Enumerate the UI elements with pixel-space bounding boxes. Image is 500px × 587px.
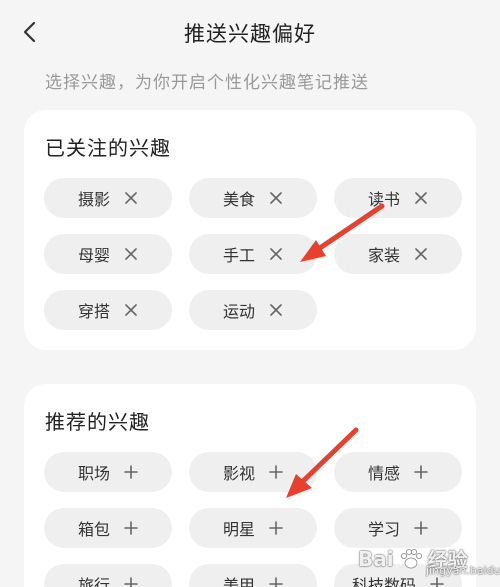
recommended-interest-chip-label: 职场	[77, 464, 110, 483]
close-icon[interactable]	[124, 303, 138, 317]
close-icon[interactable]	[269, 247, 283, 261]
plus-icon[interactable]	[269, 465, 283, 479]
plus-icon[interactable]	[124, 521, 138, 535]
plus-icon[interactable]	[124, 465, 138, 479]
followed-interest-chip-label: 读书	[367, 190, 400, 209]
interest-preferences-screen: 推送兴趣偏好 选择兴趣，为你开启个性化兴趣笔记推送 已关注的兴趣 摄影 美食 读书母…	[0, 0, 500, 587]
followed-interest-chip-label: 家装	[367, 246, 400, 265]
recommended-section-title: 推荐的兴趣	[45, 410, 150, 434]
followed-interest-chip[interactable]: 摄影	[44, 178, 172, 218]
recommended-interest-chip[interactable]: 美甲	[189, 564, 317, 587]
close-icon[interactable]	[269, 303, 283, 317]
followed-interest-chip[interactable]: 家装	[334, 234, 462, 274]
followed-interest-chip[interactable]: 穿搭	[44, 290, 172, 330]
close-icon[interactable]	[414, 191, 428, 205]
followed-interest-chip-label: 运动	[222, 302, 255, 321]
page-title: 推送兴趣偏好	[184, 22, 316, 46]
paw-logo-icon	[400, 548, 422, 568]
followed-interest-chip-label: 美食	[222, 190, 255, 209]
followed-interest-chip[interactable]: 母婴	[44, 234, 172, 274]
followed-interest-chip[interactable]: 运动	[189, 290, 317, 330]
recommended-interest-chip[interactable]: 明星	[189, 508, 317, 548]
plus-icon[interactable]	[269, 521, 283, 535]
recommended-interest-chip[interactable]: 影视	[189, 452, 317, 492]
plus-icon[interactable]	[269, 577, 283, 587]
recommended-interest-chip[interactable]: 情感	[334, 452, 462, 492]
page-subtitle: 选择兴趣，为你开启个性化兴趣笔记推送	[45, 73, 369, 93]
followed-interests-card: 已关注的兴趣 摄影 美食 读书母婴 手工 家装穿搭 运动	[24, 110, 476, 350]
recommended-interest-chip[interactable]: 职场	[44, 452, 172, 492]
recommended-interest-chip-label: 影视	[222, 464, 255, 483]
watermark: Bai 经验 jingyan.baidu.com	[358, 530, 500, 587]
recommended-interest-chip-label: 情感	[367, 464, 400, 483]
followed-section-title: 已关注的兴趣	[45, 136, 171, 160]
plus-icon[interactable]	[414, 465, 428, 479]
followed-interest-chip[interactable]: 手工	[189, 234, 317, 274]
plus-icon[interactable]	[124, 577, 138, 587]
followed-interest-chip-label: 母婴	[77, 246, 110, 265]
close-icon[interactable]	[124, 191, 138, 205]
recommended-interest-chip-label: 箱包	[77, 520, 110, 539]
recommended-interest-chip[interactable]: 旅行	[44, 564, 172, 587]
followed-interest-chip-label: 穿搭	[77, 302, 110, 321]
followed-interest-chip[interactable]: 读书	[334, 178, 462, 218]
watermark-url: jingyan.baidu.com	[426, 564, 500, 577]
top-bar: 推送兴趣偏好	[0, 0, 500, 66]
watermark-brand: Bai	[358, 546, 394, 571]
close-icon[interactable]	[124, 247, 138, 261]
recommended-interest-chip-label: 美甲	[222, 576, 255, 587]
recommended-interest-chip-label: 明星	[222, 520, 255, 539]
recommended-interest-chip[interactable]: 箱包	[44, 508, 172, 548]
recommended-interest-chip-label: 旅行	[77, 576, 110, 587]
followed-interest-chip[interactable]: 美食	[189, 178, 317, 218]
close-icon[interactable]	[269, 191, 283, 205]
close-icon[interactable]	[414, 247, 428, 261]
followed-interest-chip-label: 手工	[222, 246, 255, 265]
followed-interest-chip-label: 摄影	[77, 190, 110, 209]
